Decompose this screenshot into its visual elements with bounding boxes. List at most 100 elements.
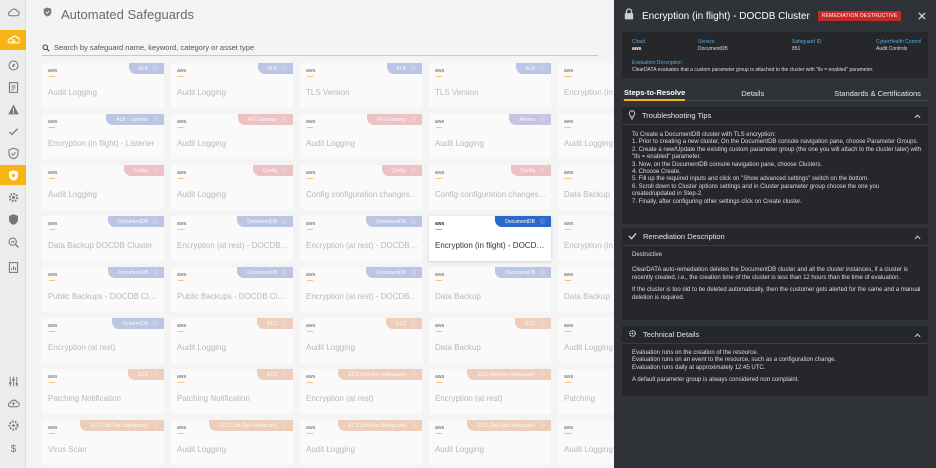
info-icon[interactable]: ⓘ [540, 422, 545, 429]
safeguard-card[interactable]: aws ALB ⓘ Audit Logging [171, 63, 293, 108]
info-icon[interactable]: ⓘ [411, 320, 416, 327]
safeguard-card-title: Audit Logging [177, 343, 226, 352]
info-icon[interactable]: ⓘ [540, 218, 545, 225]
info-icon[interactable]: ⓘ [153, 371, 158, 378]
shield-active-icon[interactable] [0, 165, 26, 185]
safeguard-card[interactable]: aws ALB - Listener ⓘ Encryption (in flight)… [42, 114, 164, 159]
shield-check-icon[interactable] [0, 209, 26, 229]
safeguard-card[interactable]: aws ECS (3rd Gen Safeguard) ⓘ Encryption (a… [300, 369, 422, 414]
troubleshooting-header[interactable]: Troubleshooting Tips [622, 107, 928, 125]
dollar-icon[interactable]: $ [0, 438, 26, 458]
info-icon[interactable]: ⓘ [282, 65, 287, 72]
safeguard-card[interactable]: aws EC2 ⓘ Audit Logging [171, 318, 293, 363]
safeguard-card[interactable]: aws Config ⓘ Audit Logging [42, 165, 164, 210]
info-icon[interactable]: ⓘ [282, 422, 287, 429]
safeguard-card[interactable]: aws DocumentDB ⓘ Data Backup [429, 267, 551, 312]
list-icon[interactable] [0, 77, 26, 97]
sliders-icon[interactable] [0, 371, 26, 391]
safeguard-card[interactable]: aws DocumentDB ⓘ Encryption (at rest) - DOC… [300, 267, 422, 312]
info-icon[interactable]: ⓘ [540, 116, 545, 123]
safeguard-card[interactable]: aws API Gateway ⓘ Audit Logging [171, 114, 293, 159]
safeguard-id-label: Safeguard ID [792, 39, 822, 45]
info-icon[interactable]: ⓘ [411, 167, 416, 174]
safeguard-card[interactable]: aws ECS ⓘ Patching Notification [42, 369, 164, 414]
chevron-up-icon[interactable] [914, 331, 921, 340]
info-icon[interactable]: ⓘ [153, 422, 158, 429]
safeguard-card[interactable]: aws EC2 ⓘ Audit Logging [300, 318, 422, 363]
safeguard-card-title: Config configuration changes (A... [306, 190, 418, 199]
safeguard-card[interactable]: aws ECS (3rd Gen Safeguard) ⓘ Virus Scan [42, 420, 164, 465]
safeguard-card[interactable]: aws ALB ⓘ TLS Version [429, 63, 551, 108]
safeguard-card[interactable]: aws ALB ⓘ Audit Logging [42, 63, 164, 108]
remediation-body: Destructive ClearDATA auto-remediation d… [632, 252, 922, 307]
search-analytics-icon[interactable] [0, 232, 26, 252]
info-icon[interactable]: ⓘ [282, 167, 287, 174]
aws-logo: aws [306, 323, 316, 332]
safeguard-card[interactable]: aws Athena ⓘ Audit Logging [429, 114, 551, 159]
safeguard-card[interactable]: aws Config ⓘ Config configuration changes (… [300, 165, 422, 210]
info-icon[interactable]: ⓘ [153, 65, 158, 72]
info-icon[interactable]: ⓘ [540, 320, 545, 327]
info-icon[interactable]: ⓘ [540, 269, 545, 276]
info-icon[interactable]: ⓘ [411, 116, 416, 123]
cloud-icon[interactable] [0, 2, 26, 22]
safeguard-card[interactable]: aws DocumentDB ⓘ Encryption (in flight) - D… [429, 216, 551, 261]
tab-steps-to-resolve[interactable]: Steps-to-Resolve [624, 86, 686, 101]
info-icon[interactable]: ⓘ [411, 269, 416, 276]
info-icon[interactable]: ⓘ [411, 422, 416, 429]
report-icon[interactable] [0, 257, 26, 277]
chevron-up-icon[interactable] [914, 112, 921, 121]
safeguard-card[interactable]: aws Config ⓘ Audit Logging [171, 165, 293, 210]
aws-logo: aws [48, 374, 58, 383]
close-icon[interactable] [916, 10, 927, 21]
info-icon[interactable]: ⓘ [153, 269, 158, 276]
info-icon[interactable]: ⓘ [540, 167, 545, 174]
info-icon[interactable]: ⓘ [411, 65, 416, 72]
compass-icon[interactable] [0, 55, 26, 75]
safeguard-card-title: Data Backup [435, 343, 481, 352]
search-input[interactable] [54, 43, 574, 52]
info-icon[interactable]: ⓘ [282, 320, 287, 327]
safeguard-card[interactable]: aws ECS (3rd Gen Safeguard) ⓘ Audit Logging [429, 420, 551, 465]
cloud-upload-icon[interactable] [0, 393, 26, 413]
info-icon[interactable]: ⓘ [153, 116, 158, 123]
info-icon[interactable]: ⓘ [411, 218, 416, 225]
safeguard-card[interactable]: aws ECS (3rd Gen Safeguard) ⓘ Audit Logging [171, 420, 293, 465]
safeguard-card[interactable]: aws API Gateway ⓘ Audit Logging [300, 114, 422, 159]
remediation-header[interactable]: Remediation Description [622, 228, 928, 246]
settings-icon[interactable] [0, 415, 26, 435]
info-icon[interactable]: ⓘ [282, 371, 287, 378]
shield-icon[interactable] [0, 143, 26, 163]
info-icon[interactable]: ⓘ [540, 65, 545, 72]
info-icon[interactable]: ⓘ [282, 269, 287, 276]
technical-header[interactable]: Technical Details [622, 326, 928, 344]
info-icon[interactable]: ⓘ [282, 218, 287, 225]
safeguard-card[interactable]: aws ECS (3rd Gen Safeguard) ⓘ Audit Logging [300, 420, 422, 465]
cloud-shield-icon[interactable] [0, 30, 26, 50]
checkmark-icon[interactable] [0, 121, 26, 141]
alert-icon[interactable] [0, 99, 26, 119]
safeguard-card[interactable]: aws DocumentDB ⓘ Public Backups - DOCDB Clu… [42, 267, 164, 312]
safeguard-card[interactable]: aws Config ⓘ Config configuration changes (… [429, 165, 551, 210]
info-icon[interactable]: ⓘ [540, 371, 545, 378]
tab-details[interactable]: Details [741, 86, 764, 101]
safeguard-card-title: Virus Scan [48, 445, 87, 454]
info-icon[interactable]: ⓘ [153, 218, 158, 225]
safeguard-card[interactable]: aws DocumentDB ⓘ Data Backup DOCDB Cluster [42, 216, 164, 261]
safeguard-card[interactable]: aws DocumentDB ⓘ Encryption (at rest) - DOC… [171, 216, 293, 261]
safeguard-card[interactable]: aws ALB ⓘ TLS Version [300, 63, 422, 108]
safeguard-card[interactable]: aws EC2 ⓘ Patching Notification [171, 369, 293, 414]
safeguard-card[interactable]: aws ECS (3rd Gen Safeguard) ⓘ Encryption (a… [429, 369, 551, 414]
safeguard-card[interactable]: aws EC2 ⓘ Data Backup [429, 318, 551, 363]
chevron-up-icon[interactable] [914, 233, 921, 242]
tab-standards-certifications[interactable]: Standards & Certifications [834, 86, 921, 101]
tip-line: 1. Prior to creating a new cluster, On t… [632, 139, 919, 146]
safeguard-card[interactable]: aws DynamoDB ⓘ Encryption (at rest) [42, 318, 164, 363]
info-icon[interactable]: ⓘ [411, 371, 416, 378]
info-icon[interactable]: ⓘ [282, 116, 287, 123]
info-icon[interactable]: ⓘ [153, 167, 158, 174]
info-icon[interactable]: ⓘ [153, 320, 158, 327]
safeguard-card[interactable]: aws DocumentDB ⓘ Encryption (at rest) - DOC… [300, 216, 422, 261]
safeguard-card[interactable]: aws DocumentDB ⓘ Public Backups - DOCDB Clu… [171, 267, 293, 312]
gear-icon[interactable] [0, 187, 26, 207]
